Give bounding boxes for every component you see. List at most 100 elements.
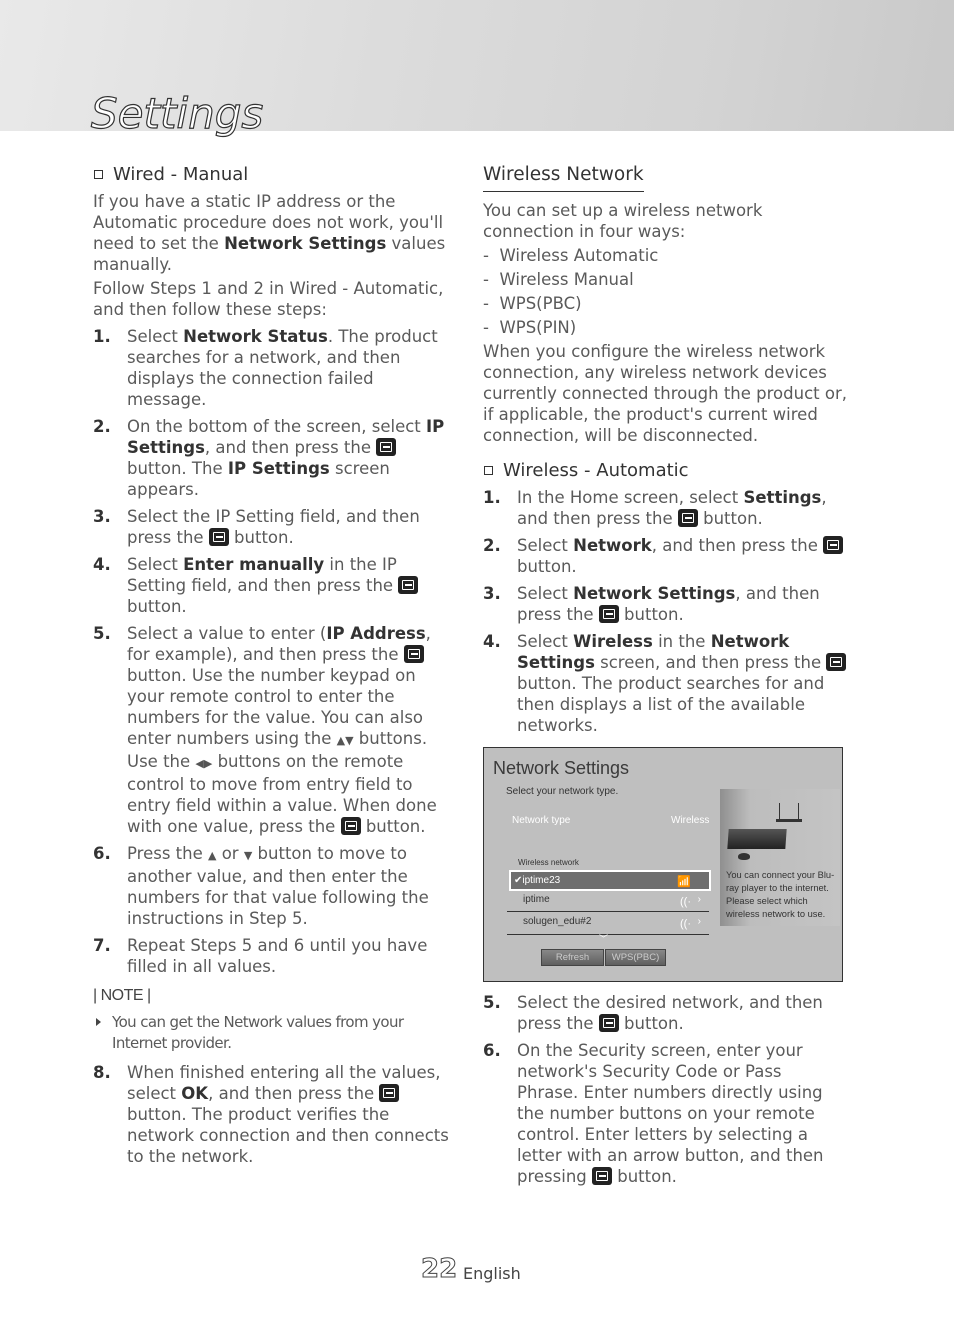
step-item: 8. When finished entering all the values,… <box>93 1062 458 1167</box>
step-text: or <box>216 844 244 863</box>
step-number: 2. <box>483 536 501 555</box>
step-number: 5. <box>483 993 501 1012</box>
bold-term: Network Status <box>183 327 328 346</box>
network-type-label: Network type <box>512 815 571 826</box>
page-title: Settings <box>90 88 264 138</box>
enter-button-icon <box>826 653 847 671</box>
enter-button-icon <box>398 576 419 594</box>
step-text: Select <box>127 555 184 574</box>
bold-term: Network Settings <box>573 584 736 603</box>
intro-paragraph: You can set up a wireless network connec… <box>483 201 763 241</box>
step-text: In the Home screen, select <box>517 488 744 507</box>
chevron-right-icon: › <box>697 894 701 905</box>
enter-button-icon <box>598 605 619 623</box>
ways-list: - Wireless Automatic - Wireless Manual - W… <box>483 245 848 338</box>
enter-button-icon <box>823 536 844 554</box>
bold-term: IP Settings <box>227 459 330 478</box>
note-item: You can get the Network values from your… <box>93 1012 458 1054</box>
remote-icon <box>738 853 750 860</box>
step-item: 5. Select a value to enter (IP Address, f… <box>93 623 458 837</box>
step-number: 6. <box>93 844 111 863</box>
step-item: 7. Repeat Steps 5 and 6 until you have fi… <box>93 935 458 977</box>
network-item: solugen_edu#2 ((· › <box>507 912 709 932</box>
arrow-button-icon: ◀▶ <box>195 757 213 770</box>
steps-list: 1. Select Network Status. The product sea… <box>93 326 458 977</box>
network-item: iptime ((· › <box>507 890 709 910</box>
step-text: in the <box>652 632 711 651</box>
page-number: 22 <box>420 1254 458 1285</box>
help-panel: You can connect your Blu-ray player to t… <box>720 789 840 926</box>
step-item: 3. Select Network Settings, and then pres… <box>483 583 848 625</box>
wifi-icon: ((· <box>680 896 691 908</box>
screen-prompt: Select your network type. <box>506 786 619 797</box>
section-subheading: Wired - Manual <box>93 164 458 185</box>
bold-term: Wireless <box>573 632 653 651</box>
step-text: button. <box>228 528 294 547</box>
left-column: Wired - Manual If you have a static IP a… <box>93 164 458 1173</box>
bold-term: Network <box>573 536 652 555</box>
steps-list-continued: 8. When finished entering all the values,… <box>93 1062 458 1167</box>
step-number: 4. <box>483 632 501 651</box>
way-item: - WPS(PBC) <box>483 294 582 313</box>
step-number: 2. <box>93 417 111 436</box>
section-subheading: Wireless - Automatic <box>483 460 848 481</box>
enter-button-icon <box>598 1014 619 1032</box>
bold-term: IP Address <box>326 624 426 643</box>
refresh-button: Refresh <box>541 949 604 966</box>
step-text: Select <box>517 536 574 555</box>
step-item: 1. Select Network Status. The product sea… <box>93 326 458 410</box>
intro-paragraph: If you have a static IP address or the A… <box>93 192 446 274</box>
step-number: 5. <box>93 624 111 643</box>
chevron-right-icon: › <box>697 916 701 927</box>
network-type-value: Wireless <box>671 815 710 826</box>
bold-term: Enter manually <box>183 555 325 574</box>
enter-button-icon <box>208 528 229 546</box>
wireless-network-label: Wireless network <box>518 858 579 867</box>
right-column: Wireless Network You can set up a wirele… <box>483 164 848 742</box>
chevron-down-icon: ﹀ <box>599 934 609 944</box>
step-item: 2. Select Network, and then press the but… <box>483 535 848 577</box>
bold-term: OK <box>181 1084 209 1103</box>
step-item: 4. Select Enter manually in the IP Settin… <box>93 554 458 617</box>
step-text: Press the <box>127 844 208 863</box>
way-item: - Wireless Automatic <box>483 246 659 265</box>
step-number: 6. <box>483 1041 501 1060</box>
network-settings-screenshot: Network Settings Select your network typ… <box>483 747 843 982</box>
step-number: 1. <box>483 488 501 507</box>
enter-button-icon <box>376 438 397 456</box>
step-text: button. <box>360 817 426 836</box>
enter-button-icon <box>379 1084 400 1102</box>
step-text: Select <box>517 584 574 603</box>
steps-list: 1. In the Home screen, select Settings , a… <box>483 487 848 736</box>
wifi-locked-icon: 📶 <box>677 876 691 888</box>
way-item: - Wireless Manual <box>483 270 634 289</box>
right-column-continued: 5. Select the desired network, and then p… <box>483 992 848 1193</box>
screen-title: Network Settings <box>493 758 630 778</box>
step-text: button. <box>618 1014 684 1033</box>
step-text: button. <box>612 1167 677 1186</box>
step-item: 6. Press the ▲ or ▼ button to move to ano… <box>93 843 458 929</box>
enter-button-icon <box>403 645 424 663</box>
step-text: On the Security screen, enter your netwo… <box>517 1041 824 1186</box>
step-text: On the bottom of the screen, select <box>127 417 427 436</box>
step-text: , and then press the <box>204 438 377 457</box>
language-label: English <box>463 1264 521 1283</box>
step-text: button. <box>697 509 763 528</box>
step-item: 4. Select Wireless in the Network Setting… <box>483 631 848 736</box>
step-text: button. <box>517 557 577 576</box>
step-number: 7. <box>93 936 111 955</box>
step-text: , and then press the <box>208 1084 380 1103</box>
note-title: | NOTE | <box>93 987 151 1004</box>
step-item: 5. Select the desired network, and then p… <box>483 992 848 1034</box>
warning-paragraph: When you configure the wireless network … <box>483 342 847 445</box>
step-number: 3. <box>483 584 501 603</box>
wps-pbc-button: WPS(PBC) <box>605 949 666 966</box>
step-text: Select <box>127 327 184 346</box>
step-text: button. <box>127 597 187 616</box>
help-text: You can connect your Blu-ray player to t… <box>726 870 835 919</box>
section-heading: Wireless Network <box>483 164 644 192</box>
arrow-button-icon: ▲▼ <box>336 734 354 747</box>
step-text: screen, and then press the <box>594 653 827 672</box>
step-number: 8. <box>93 1063 111 1082</box>
step-text: Select a value to enter ( <box>127 624 327 643</box>
